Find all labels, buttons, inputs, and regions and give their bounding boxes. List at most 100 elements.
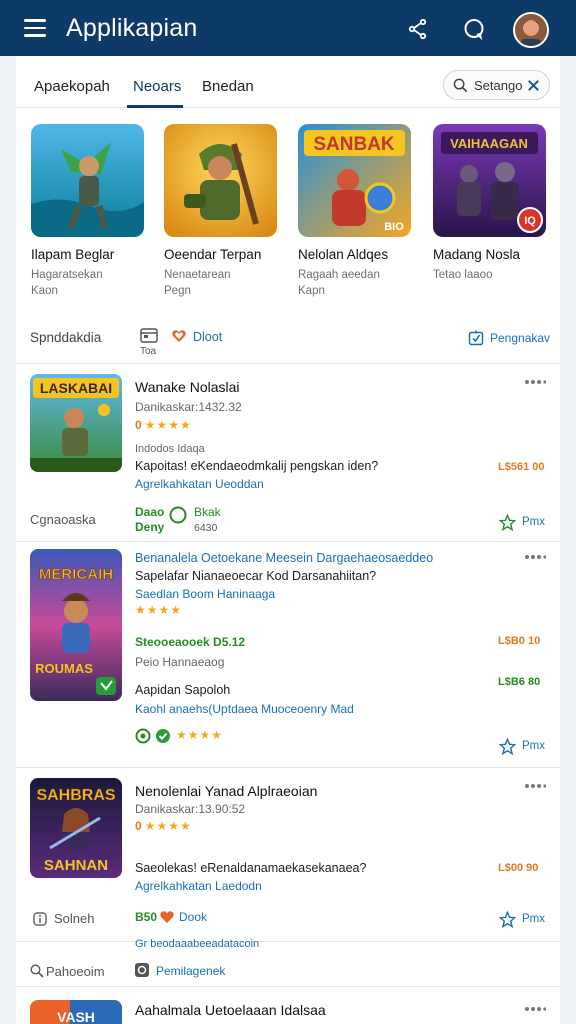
today-label: Toa (140, 346, 157, 357)
card-banner-text: VASH (57, 1009, 95, 1024)
close-icon[interactable] (526, 78, 541, 93)
refresh-icon (135, 963, 149, 977)
featured-subtitle: Nenaetarean (164, 269, 231, 281)
list-item-link[interactable]: Agrelkahkatan Laedodn (135, 879, 262, 893)
search-icon (30, 964, 44, 978)
card-footer-label: Cgnaoaska (30, 512, 96, 527)
list-item-meta: Danikaskar:1432.32 (135, 400, 242, 414)
featured-title: Madang Nosla (433, 247, 521, 262)
favorite-button-label[interactable]: Pmx (522, 913, 545, 925)
featured-item[interactable]: SANBAK BIO Nelolan Aldqes Ragaah aeedan … (298, 124, 414, 299)
more-options-icon[interactable] (524, 1006, 546, 1012)
list-item-image: VASH (30, 1000, 122, 1024)
main-content: Apaekopah Neoars Bnedan Setango Ilapam B… (16, 56, 560, 1024)
rating-value: 0 (135, 418, 142, 432)
filter-bar: Spnddakdia Toa Dloot Pengnakav (16, 314, 560, 364)
featured-badge-text: IQ (524, 215, 536, 227)
featured-image (31, 124, 144, 237)
star-outline-icon[interactable] (499, 738, 516, 755)
more-options-icon[interactable] (524, 379, 546, 385)
list-item[interactable]: LASKABAI Wanake Nolaslai Danikaskar:1432… (16, 364, 560, 542)
rating-stars: 0 ★★★★ (135, 819, 192, 833)
card-banner-text-2: ROUMAS (35, 661, 93, 676)
list-item-image: LASKABAI (30, 374, 122, 472)
about-link[interactable]: Dloot (193, 330, 222, 344)
featured-title: Nelolan Aldqes (298, 247, 389, 262)
list-item-image: MERICAIH ROUMAS (30, 549, 122, 701)
shield-check-icon (169, 506, 187, 524)
featured-title: Oeendar Terpan (164, 247, 262, 262)
star-outline-icon[interactable] (499, 514, 516, 531)
status-text: B50 (135, 910, 158, 924)
verified-icon (156, 729, 170, 743)
menu-icon[interactable] (24, 19, 46, 37)
rating-value: 0 (135, 819, 142, 833)
star-outline-icon[interactable] (499, 911, 516, 928)
more-options-icon[interactable] (524, 554, 546, 560)
list-item-link[interactable]: Agrelkahkatan Ueoddan (135, 477, 264, 491)
favorite-button-label[interactable]: Pmx (522, 740, 545, 752)
featured-subtitle: Kapn (298, 285, 325, 297)
sort-button[interactable]: Pengnakav (490, 331, 550, 345)
list-item-meta: Peio Hannaeaog (135, 655, 225, 669)
search-icon (453, 78, 468, 93)
featured-image: VAIHAAGAN IQ (433, 124, 546, 237)
list-item[interactable]: SAHBRAS SAHNAN Nenolenlai Yanad Alplraeo… (16, 768, 560, 942)
search-chip-label: Setango (474, 78, 523, 93)
status-text: Bkak (194, 505, 221, 519)
section-label: Pahoeoim (46, 964, 105, 979)
favorite-button-label[interactable]: Pmx (522, 516, 545, 528)
list-item-image: SAHBRAS SAHNAN (30, 778, 122, 878)
heart-icon (160, 911, 174, 923)
featured-subtitle: Pegn (164, 285, 191, 297)
chat-icon[interactable] (462, 17, 486, 41)
list-item[interactable]: MERICAIH ROUMAS Benanalela Oetoekane Mee… (16, 542, 560, 768)
price-label: L$561 00 (498, 461, 545, 473)
section-badge[interactable]: Pemilagenek (156, 964, 225, 978)
calendar-icon[interactable] (140, 327, 158, 343)
status-text: Daao (135, 505, 165, 519)
list-item-meta: Danikaskar:13.90:52 (135, 802, 246, 816)
list-item-meta: Aapidan Sapoloh (135, 683, 231, 697)
info-icon (33, 912, 47, 926)
tab-neoars[interactable]: Neoars (133, 78, 181, 95)
price-label: L$B6 80 (498, 676, 541, 688)
eye-icon (135, 728, 151, 744)
list-item-title: Aahalmala Uetoelaaan Idalsaa (135, 1002, 326, 1018)
heart-icon[interactable] (171, 328, 187, 344)
featured-item[interactable]: Ilapam Beglar Hagaratsekan Kaon (31, 124, 147, 299)
featured-item[interactable]: VAIHAAGAN IQ Madang Nosla Tetao laaoo (433, 124, 549, 283)
avatar[interactable] (513, 12, 549, 48)
tab-apaekopah[interactable]: Apaekopah (34, 78, 110, 95)
list-item-title: Nenolenlai Yanad Alplraeoian (135, 783, 318, 799)
list-item-title: Wanake Nolaslai (135, 379, 240, 395)
card-banner-text-2: SAHNAN (44, 857, 108, 874)
list-item-description: Saeolekas! eRenaldanamaekasekanaea? (135, 861, 367, 875)
star-glyphs: ★★★★ (144, 418, 192, 432)
price-label: L$00 90 (498, 862, 539, 874)
card-banner-text: SAHBRAS (36, 787, 115, 804)
status-text: Steooeaooek D5.12 (135, 635, 246, 649)
card-banner-text: LASKABAI (40, 380, 112, 396)
list-item-description: Kapoitas! eKendaeodmkalij pengskan iden? (135, 459, 379, 473)
rating-stars: ★★★★ (176, 728, 224, 742)
app-title: Applikapian (66, 14, 198, 42)
featured-subtitle: Hagaratsekan (31, 269, 103, 281)
featured-badge-text: BIO (384, 221, 404, 233)
clipped-text: Gr beodaaabeeadatacoin (135, 938, 260, 947)
search-chip[interactable]: Setango (443, 70, 550, 100)
tab-bnedan[interactable]: Bnedan (202, 78, 254, 95)
more-options-icon[interactable] (524, 783, 546, 789)
rating-stars: 0 ★★★★ (135, 418, 192, 432)
featured-subtitle: Kaon (31, 285, 58, 297)
list-item-link[interactable]: Kaohl anaehs(Uptdaea Muoceoenry Mad (135, 702, 354, 716)
share-icon[interactable] (406, 17, 430, 41)
list-item-title: Benanalela Oetoekane Meesein Dargaehaeos… (135, 551, 434, 565)
featured-item[interactable]: Oeendar Terpan Nenaetarean Pegn (164, 124, 280, 299)
featured-subtitle: Ragaah aeedan (298, 269, 380, 281)
sort-icon[interactable] (468, 330, 484, 346)
status-subtext: 6430 (194, 522, 218, 534)
status-link[interactable]: Dook (179, 910, 207, 924)
featured-image (164, 124, 277, 237)
featured-image: SANBAK BIO (298, 124, 411, 237)
